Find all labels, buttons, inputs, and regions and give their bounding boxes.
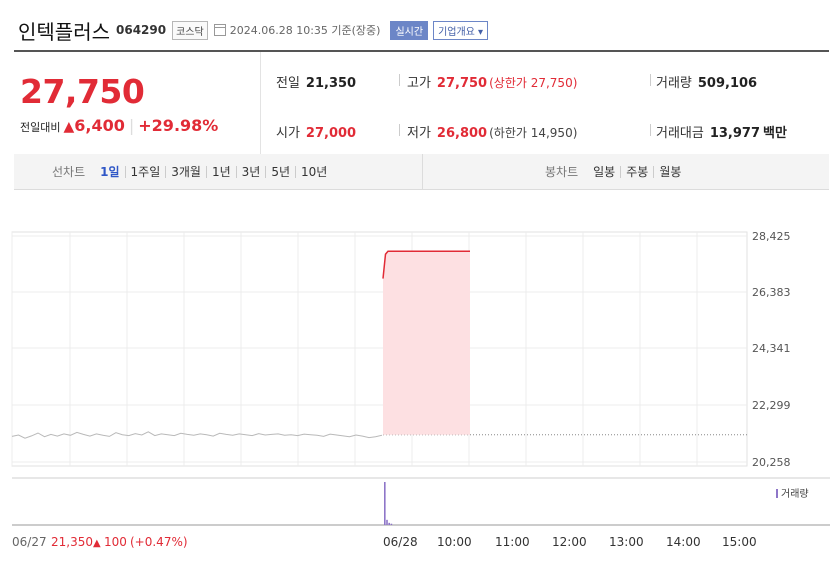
- volume-value: 509,106: [697, 76, 758, 91]
- x-tick-label: 12:00: [552, 535, 587, 549]
- price-change: 전일대비 ▲6,400 | +29.98%: [20, 116, 219, 135]
- stock-header: 인텍플러스 064290 코스닥 2024.06.28 10:35 기준(장중)…: [18, 14, 489, 46]
- y-tick-label: 22,299: [752, 399, 791, 412]
- amount-cell: 거래대금 13,977 백만: [656, 122, 787, 141]
- x-tick-label: 06/27: [12, 535, 47, 549]
- amount-unit: 백만: [763, 126, 787, 141]
- prev-day-change: 100: [104, 535, 127, 549]
- realtime-badge[interactable]: 실시간: [390, 20, 429, 40]
- price-chart-svg[interactable]: 28,425 26,383 24,341 22,299 20,258 거래량 06/27 06…: [0, 195, 830, 559]
- candle-chart-tabs: 봉차트 일봉 주봉 월봉: [545, 154, 686, 189]
- y-tick-label: 20,258: [752, 456, 791, 469]
- prev-day-close: 21,350: [51, 535, 93, 549]
- stock-name: 인텍플러스: [18, 19, 110, 44]
- tab-daily-candle[interactable]: 일봉: [588, 163, 620, 180]
- quote-timestamp: 2024.06.28 10:35 기준(장중): [229, 24, 381, 37]
- x-tick-label: 14:00: [666, 535, 701, 549]
- open-label: 시가: [276, 126, 300, 141]
- low-cell: 저가 26,800 (하한가 14,950): [407, 122, 577, 141]
- tab-5y[interactable]: 5년: [266, 163, 295, 180]
- current-price-panel: 27,750 전일대비 ▲6,400 | +29.98%: [14, 52, 261, 155]
- upper-limit: (상한가 27,750): [489, 76, 578, 90]
- plot-frame: [11, 231, 748, 467]
- change-label: 전일대비: [20, 121, 61, 134]
- prev-close-label: 전일: [276, 76, 300, 91]
- amount-value: 13,977: [709, 126, 761, 141]
- price-chart[interactable]: 28,425 26,383 24,341 22,299 20,258 거래량 06/27 06…: [0, 195, 830, 559]
- prev-close-value: 21,350: [305, 76, 357, 91]
- low-label: 저가: [407, 126, 431, 141]
- open-cell: 시가 27,000: [276, 122, 356, 141]
- x-tick-label: 15:00: [722, 535, 757, 549]
- tab-10y[interactable]: 10년: [296, 163, 332, 180]
- x-tick-label: 06/28: [383, 535, 418, 549]
- chart-tabs: 선차트 1일 1주일 3개월 1년 3년 5년 10년 봉차트 일봉 주봉 월봉: [14, 154, 829, 190]
- volume-bar: [388, 522, 390, 525]
- low-value: 26,800: [436, 126, 488, 141]
- tab-1y[interactable]: 1년: [207, 163, 236, 180]
- prev-close-cell: 전일 21,350: [276, 72, 356, 91]
- calendar-icon: [213, 24, 226, 36]
- y-tick-label: 24,341: [752, 342, 791, 355]
- high-cell: 고가 27,750 (상한가 27,750): [407, 72, 577, 91]
- volume-label: 거래량: [656, 76, 692, 91]
- up-arrow-icon: ▲: [93, 538, 101, 549]
- lower-limit: (하한가 14,950): [489, 126, 578, 140]
- quote-summary: 27,750 전일대비 ▲6,400 | +29.98% 전일 21,350 고가 27,…: [14, 50, 829, 156]
- open-value: 27,000: [305, 126, 357, 141]
- tab-weekly-candle[interactable]: 주봉: [621, 163, 653, 180]
- change-value: 6,400: [74, 116, 125, 135]
- series-prev-day-line: [11, 431, 383, 439]
- market-badge: 코스닥: [172, 20, 208, 40]
- volume-legend-swatch: [776, 489, 778, 498]
- current-price: 27,750: [20, 72, 145, 111]
- x-tick-label: 13:00: [609, 535, 644, 549]
- company-overview-dropdown[interactable]: 기업개요 ▾: [433, 20, 489, 40]
- line-chart-label: 선차트: [52, 165, 86, 179]
- change-percent: +29.98%: [138, 116, 219, 135]
- x-tick-label: 10:00: [437, 535, 472, 549]
- tab-1d[interactable]: 1일: [95, 163, 124, 180]
- volume-legend-label: 거래량: [781, 488, 809, 500]
- series-today-area: [383, 251, 470, 435]
- volume-bar: [390, 523, 393, 525]
- tab-1w[interactable]: 1주일: [126, 163, 166, 180]
- y-tick-label: 26,383: [752, 286, 791, 299]
- tab-3y[interactable]: 3년: [237, 163, 266, 180]
- x-tick-label: 11:00: [495, 535, 530, 549]
- stock-code: 064290: [116, 23, 167, 37]
- volume-bar: [384, 482, 386, 525]
- prev-day-change-pct: (+0.47%): [130, 535, 188, 549]
- high-value: 27,750: [436, 76, 488, 91]
- amount-label: 거래대금: [656, 126, 704, 141]
- high-label: 고가: [407, 76, 431, 91]
- candle-chart-label: 봉차트: [545, 165, 579, 179]
- line-chart-tabs: 선차트 1일 1주일 3개월 1년 3년 5년 10년: [52, 154, 332, 189]
- tab-3m[interactable]: 3개월: [166, 163, 206, 180]
- volume-bar: [386, 519, 388, 525]
- up-arrow-icon: ▲: [63, 119, 75, 135]
- y-tick-label: 28,425: [752, 230, 791, 243]
- tab-monthly-candle[interactable]: 월봉: [654, 163, 686, 180]
- volume-cell: 거래량 509,106: [656, 72, 757, 91]
